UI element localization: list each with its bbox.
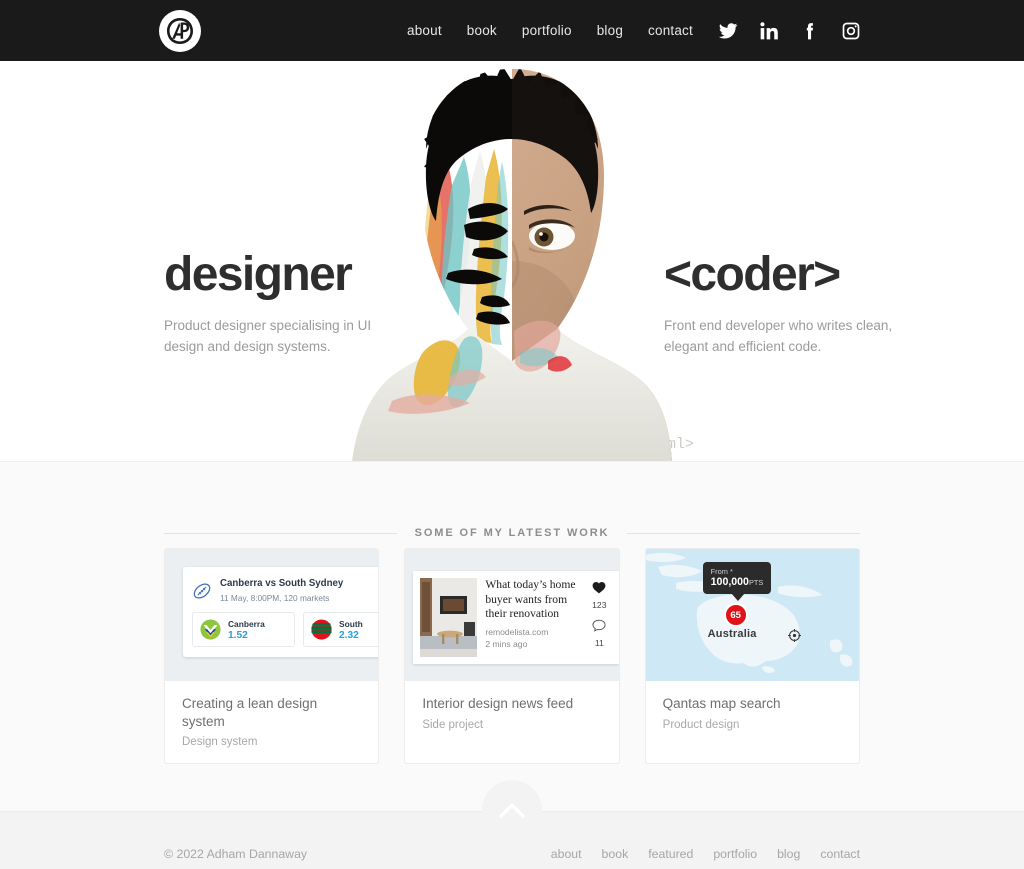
nav-item-portfolio[interactable]: portfolio xyxy=(522,23,572,38)
south-sydney-rabbitohs-logo-icon xyxy=(311,619,332,640)
social-link-instagram[interactable] xyxy=(841,21,861,41)
hero-coder-block: <coder> Front end developer who writes c… xyxy=(664,251,914,358)
article-time: 2 mins ago xyxy=(485,638,528,649)
odds-tile-south[interactable]: South 2.32 xyxy=(303,612,379,648)
footer-nav-item-about[interactable]: about xyxy=(551,847,582,861)
card-caption: Qantas map search Product design xyxy=(646,681,859,746)
interior-room-image xyxy=(420,578,478,657)
work-card-qantas-map[interactable]: From * 100,000PTS 65 Australia Qantas ma… xyxy=(644,548,860,765)
site-logo[interactable] xyxy=(159,10,201,52)
article-body: What today’s home buyer wants from their… xyxy=(485,578,578,657)
card-thumbnail: Canberra vs South Sydney 11 May, 8:00PM,… xyxy=(165,549,379,681)
card-subtitle: Side project xyxy=(422,718,484,731)
comment-icon[interactable] xyxy=(592,619,606,632)
copyright-text: © 2022 Adham Dannaway xyxy=(164,847,308,861)
team-name: South xyxy=(339,618,363,629)
card-subtitle: Product design xyxy=(662,718,740,731)
scroll-to-top-button[interactable] xyxy=(482,780,542,840)
card-title: Creating a lean design system xyxy=(182,696,318,729)
facebook-icon xyxy=(806,22,813,39)
nav-item-book[interactable]: book xyxy=(467,23,497,38)
hero-designer-subtitle: Product designer specialising in UI desi… xyxy=(164,318,372,354)
match-header: Canberra vs South Sydney 11 May, 8:00PM,… xyxy=(183,576,378,603)
work-card-grid: Canberra vs South Sydney 11 May, 8:00PM,… xyxy=(164,548,860,765)
card-title: Interior design news feed xyxy=(422,696,574,711)
tooltip-unit: PTS xyxy=(748,578,764,587)
card-subtitle: Design system xyxy=(182,736,258,749)
twitter-icon xyxy=(718,22,738,38)
social-link-twitter[interactable] xyxy=(718,21,738,41)
footer-nav-item-book[interactable]: book xyxy=(602,847,629,861)
match-meta: 11 May, 8:00PM, 120 markets xyxy=(220,593,330,604)
stats-spacer xyxy=(586,610,612,619)
map-pin-count[interactable]: 65 xyxy=(723,603,748,627)
odds-row: Canberra 1.52 South 2.32 xyxy=(183,603,379,648)
chevron-up-icon xyxy=(499,802,525,818)
hero-designer-heading: designer xyxy=(164,248,353,301)
team-odds: 1.52 xyxy=(228,629,248,641)
hero-coder-subtitle: Front end developer who writes clean, el… xyxy=(664,318,893,354)
divider-left xyxy=(164,532,397,534)
hero-section: <html> eight:184px;} class=“jedi”> CSS3 … xyxy=(0,61,1024,461)
footer-nav-item-blog[interactable]: blog xyxy=(777,847,800,861)
social-links xyxy=(718,0,861,61)
social-link-facebook[interactable] xyxy=(800,21,820,41)
section-title: SOME OF MY LATEST WORK xyxy=(414,527,610,539)
match-title: Canberra vs South Sydney xyxy=(220,578,344,589)
footer-nav-item-portfolio[interactable]: portfolio xyxy=(713,847,757,861)
work-card-design-system[interactable]: Canberra vs South Sydney 11 May, 8:00PM,… xyxy=(164,548,380,765)
article-source: remodelista.com xyxy=(485,626,549,637)
card-thumbnail: What today’s home buyer wants from their… xyxy=(405,549,619,681)
footer-nav-item-contact[interactable]: contact xyxy=(820,847,860,861)
canberra-raiders-logo-icon xyxy=(200,619,221,640)
locate-target-icon[interactable] xyxy=(787,629,801,642)
ad-monogram-icon xyxy=(163,14,197,48)
card-caption: Creating a lean design system Design sys… xyxy=(165,681,378,763)
card-thumbnail: From * 100,000PTS 65 Australia xyxy=(645,549,859,681)
hero-designer-block: designer Product designer specialising i… xyxy=(164,251,404,358)
rugby-ball-icon xyxy=(193,583,211,599)
code-line-1: <html> xyxy=(640,433,890,456)
article-thumbnail xyxy=(420,578,478,657)
map-preview: From * 100,000PTS 65 Australia xyxy=(645,549,859,681)
site-header: about book portfolio blog contact xyxy=(0,0,1024,61)
tooltip-value-row: 100,000PTS xyxy=(711,576,764,588)
article-headline: What today’s home buyer wants from their… xyxy=(485,578,576,621)
card-title: Qantas map search xyxy=(662,696,781,711)
map-region-label: Australia xyxy=(707,628,757,640)
like-count: 123 xyxy=(592,600,607,610)
comment-count: 11 xyxy=(594,638,604,648)
main-navigation: about book portfolio blog contact xyxy=(407,0,693,61)
social-link-linkedin[interactable] xyxy=(759,21,779,41)
odds-tile-canberra[interactable]: Canberra 1.52 xyxy=(192,612,295,648)
footer-navigation: about book featured portfolio blog conta… xyxy=(551,847,860,861)
divider-right xyxy=(627,532,860,534)
team-odds: 2.32 xyxy=(339,629,359,641)
latest-work-section: SOME OF MY LATEST WORK Canberra vs South… xyxy=(0,461,1024,811)
betting-widget-preview: Canberra vs South Sydney 11 May, 8:00PM,… xyxy=(183,567,379,658)
tooltip-points: 100,000 xyxy=(710,576,749,588)
section-header: SOME OF MY LATEST WORK xyxy=(164,527,860,539)
nav-item-blog[interactable]: blog xyxy=(597,23,623,38)
heart-icon[interactable] xyxy=(592,581,606,594)
tooltip-label: From * xyxy=(710,567,733,576)
points-tooltip: From * 100,000PTS xyxy=(702,562,772,601)
nav-item-about[interactable]: about xyxy=(407,23,442,38)
card-caption: Interior design news feed Side project xyxy=(405,681,618,746)
article-stats: 123 11 xyxy=(586,578,612,657)
news-card-preview: What today’s home buyer wants from their… xyxy=(413,571,619,664)
hero-coder-heading: <coder> xyxy=(664,248,841,301)
footer-nav-item-featured[interactable]: featured xyxy=(648,847,693,861)
team-name: Canberra xyxy=(228,618,265,629)
instagram-icon xyxy=(842,22,860,39)
nav-item-contact[interactable]: contact xyxy=(648,23,693,38)
work-card-news-feed[interactable]: What today’s home buyer wants from their… xyxy=(404,548,620,765)
linkedin-icon xyxy=(760,21,778,39)
